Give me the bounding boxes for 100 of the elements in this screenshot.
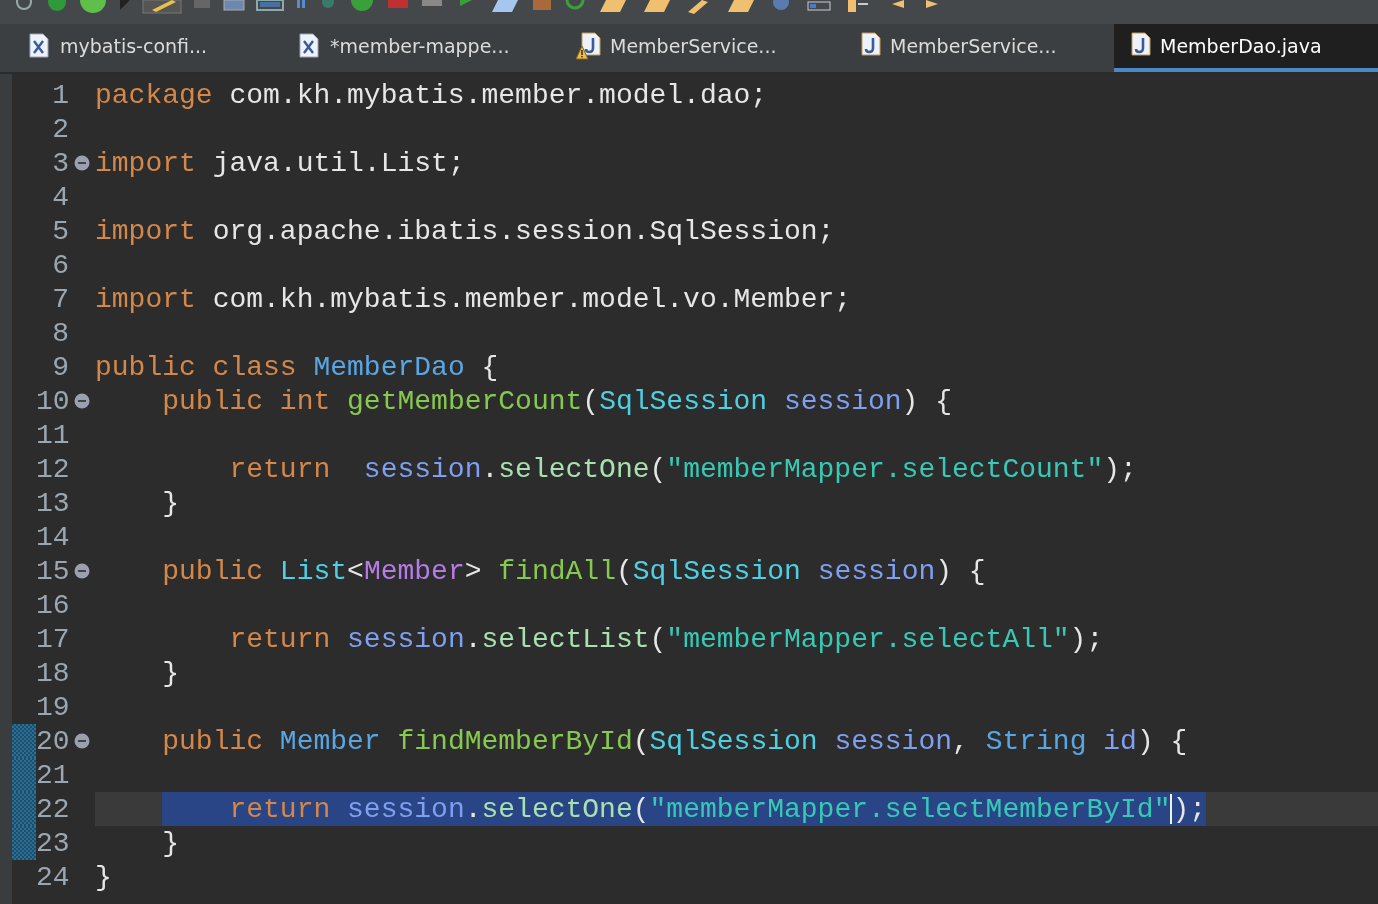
xml-file-icon <box>26 32 52 60</box>
line-number: 14 <box>36 521 69 553</box>
parameter-name: session <box>363 453 482 485</box>
code-text: , <box>952 725 969 757</box>
method-call: selectList <box>481 623 650 655</box>
code-text: > <box>464 555 482 587</box>
method-call: selectOne <box>481 793 633 825</box>
code-text: ); <box>1103 453 1137 485</box>
code-text: ) { <box>935 555 986 587</box>
code-text: java.util.List; <box>212 147 465 179</box>
code-text: . <box>464 793 482 825</box>
collapse-icon[interactable] <box>74 393 90 409</box>
string-literal: "memberMapper.selectCount" <box>666 453 1104 485</box>
collapse-icon[interactable] <box>74 733 90 749</box>
type-name: Member <box>279 725 381 757</box>
editor-tab[interactable]: MemberDao.java <box>1114 24 1378 72</box>
code-text: com.kh.mybatis.member.model.dao; <box>229 79 768 111</box>
parameter-name: id <box>1103 725 1137 757</box>
code-text: ( <box>632 725 650 757</box>
parameter-name: session <box>347 623 465 655</box>
editor-tab[interactable]: mybatis-confi... <box>14 24 269 72</box>
parameter-name: session <box>817 555 936 587</box>
tab-label: MemberService... <box>890 35 1057 57</box>
keyword: return <box>229 453 331 485</box>
code-text: . <box>464 623 482 655</box>
keyword: import <box>95 147 196 179</box>
code-text: } <box>95 861 112 893</box>
collapse-icon[interactable] <box>74 563 90 579</box>
method-name: findMemberById <box>397 725 633 757</box>
line-number: 23 <box>36 827 69 859</box>
type-name: MemberDao <box>313 351 465 383</box>
line-number: 16 <box>36 589 69 621</box>
line-number: 1 <box>51 79 69 111</box>
line-number: 15 <box>36 555 69 587</box>
code-text: } <box>162 657 180 689</box>
list-icon[interactable] <box>804 0 834 14</box>
code-text: com.kh.mybatis.member.model.vo.Member; <box>212 283 852 315</box>
keyword: package <box>95 79 213 111</box>
code-text: ( <box>649 623 667 655</box>
window-icon[interactable] <box>256 0 284 14</box>
keyword: return <box>229 793 331 825</box>
code-text: < <box>347 555 364 587</box>
code-text: } <box>162 827 180 859</box>
tab-label: MemberDao.java <box>1160 35 1322 57</box>
window-icon[interactable] <box>222 0 246 14</box>
keyword: import <box>95 283 196 315</box>
line-number: 22 <box>36 793 69 825</box>
tab-label: *member-mappe... <box>330 35 510 57</box>
line-number: 12 <box>36 453 69 485</box>
tab-label: MemberService... <box>610 35 777 57</box>
parameter-name: session <box>347 793 465 825</box>
line-number: 6 <box>51 249 69 281</box>
collapse-icon[interactable] <box>74 155 90 171</box>
line-number: 21 <box>36 759 69 791</box>
code-text: ); <box>1172 793 1207 825</box>
code-text: ) { <box>1136 725 1188 757</box>
editor-tab[interactable]: *member-mappe... <box>284 24 549 72</box>
code-text: org.apache.ibatis.session.SqlSession; <box>212 215 835 247</box>
editor-tab[interactable]: MemberService... <box>564 24 829 72</box>
editor-tab[interactable]: MemberService... <box>844 24 1099 72</box>
type-name: List <box>279 555 348 587</box>
code-text: . <box>481 453 499 485</box>
line-number: 3 <box>51 147 69 179</box>
code-text: ( <box>649 453 667 485</box>
line-number: 10 <box>36 385 69 417</box>
keyword: public class <box>95 351 297 383</box>
tab-label: mybatis-confi... <box>60 35 208 57</box>
line-number: 20 <box>36 725 69 757</box>
code-text: ( <box>582 385 600 417</box>
code-text: ) { <box>901 385 952 417</box>
keyword: public <box>162 725 264 757</box>
type-name: SqlSession <box>599 385 768 417</box>
keyword: return <box>229 623 331 655</box>
line-number: 5 <box>51 215 69 247</box>
keyword: public <box>162 555 264 587</box>
code-text: ); <box>1069 623 1104 655</box>
parameter-name: session <box>783 385 902 417</box>
code-text: ( <box>615 555 633 587</box>
type-name: String <box>985 725 1087 757</box>
type-argument: Member <box>363 555 465 587</box>
line-number: 24 <box>36 861 69 893</box>
line-number: 19 <box>36 691 69 723</box>
line-number: 9 <box>51 351 69 383</box>
type-name: SqlSession <box>632 555 801 587</box>
xml-file-icon <box>296 32 322 60</box>
method-name: getMemberCount <box>347 385 583 417</box>
line-number: 13 <box>36 487 69 519</box>
line-number: 18 <box>36 657 69 689</box>
line-number: 4 <box>51 181 69 213</box>
string-literal: "memberMapper.selectAll" <box>666 623 1070 655</box>
line-number: 11 <box>36 419 69 451</box>
keyword: public int <box>162 385 331 417</box>
line-number: 8 <box>51 317 69 349</box>
keyword: import <box>95 215 196 247</box>
method-name: findAll <box>498 555 616 587</box>
code-text: { <box>481 351 499 383</box>
line-number: 7 <box>51 283 69 315</box>
line-number: 2 <box>51 113 69 145</box>
code-text: } <box>162 487 180 519</box>
parameter-name: session <box>834 725 953 757</box>
